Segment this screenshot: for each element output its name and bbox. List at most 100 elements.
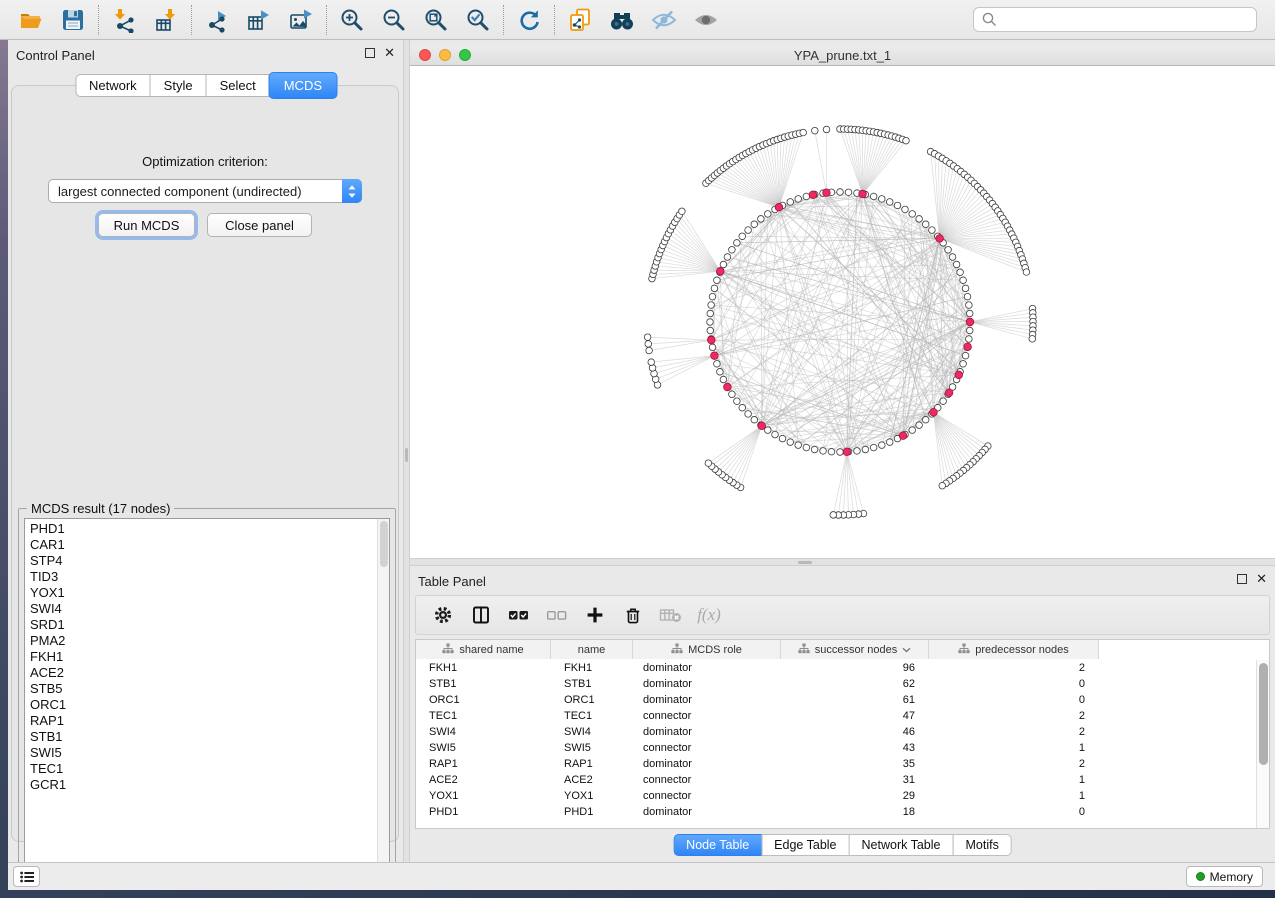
mcds-result-item[interactable]: PHD1 [25,521,377,537]
column-header-name[interactable]: name [551,640,633,659]
zoom-in-icon[interactable] [331,3,373,37]
mcds-result-item[interactable]: ORC1 [25,697,377,713]
table-cell[interactable]: 96 [781,660,929,676]
table-cell[interactable]: 1 [929,788,1099,804]
network-node[interactable] [960,277,967,284]
save-session-icon[interactable] [52,3,94,37]
column-header-successor-nodes[interactable]: successor nodes [781,640,929,659]
refresh-view-icon[interactable] [508,3,550,37]
network-node[interactable] [714,360,721,367]
close-panel-icon[interactable]: ✕ [384,48,395,58]
mcds-result-item[interactable]: TEC1 [25,761,377,777]
network-node[interactable] [707,319,714,326]
network-node[interactable] [870,193,877,200]
network-hub-node[interactable] [966,318,974,326]
network-node[interactable] [1029,336,1036,343]
network-node[interactable] [679,208,686,215]
criterion-dropdown[interactable]: largest connected component (undirected) [48,179,362,203]
mcds-result-item[interactable]: CAR1 [25,537,377,553]
network-node[interactable] [966,336,973,343]
tab-motifs[interactable]: Motifs [952,834,1011,856]
tab-style[interactable]: Style [150,74,207,97]
table-cell[interactable]: SWI4 [551,724,633,740]
column-header-shared-name[interactable]: shared name [416,640,551,659]
network-node[interactable] [953,261,960,268]
network-hub-node[interactable] [843,448,851,456]
network-node[interactable] [787,199,794,206]
export-table-icon[interactable] [238,3,280,37]
mcds-result-item[interactable]: SWI5 [25,745,377,761]
mcds-result-item[interactable]: STB1 [25,729,377,745]
mcds-result-item[interactable]: FKH1 [25,649,377,665]
hide-selected-icon[interactable] [643,3,685,37]
network-node[interactable] [764,211,771,218]
network-node[interactable] [795,442,802,449]
table-cell[interactable]: 1 [929,772,1099,788]
mcds-result-item[interactable]: STP4 [25,553,377,569]
table-cell[interactable]: connector [633,788,781,804]
table-cell[interactable]: TEC1 [551,708,633,724]
network-node[interactable] [966,310,973,317]
network-node[interactable] [837,449,844,456]
float-panel-icon[interactable] [365,48,375,58]
network-node[interactable] [734,398,741,405]
table-cell[interactable]: STB1 [551,676,633,692]
network-node[interactable] [929,227,936,234]
network-node[interactable] [878,196,885,203]
network-node[interactable] [960,360,967,367]
table-cell[interactable]: ORC1 [416,692,551,708]
network-node[interactable] [894,202,901,209]
table-scrollbar[interactable] [1256,660,1269,828]
network-node[interactable] [862,446,869,453]
network-node[interactable] [745,227,752,234]
table-cell[interactable]: dominator [633,692,781,708]
column-visibility-icon[interactable] [464,599,498,631]
table-cell[interactable]: connector [633,708,781,724]
network-node[interactable] [707,310,714,317]
network-node[interactable] [720,376,727,383]
network-hub-node[interactable] [859,190,867,198]
network-node[interactable] [717,368,724,375]
table-cell[interactable]: FKH1 [416,660,551,676]
mcds-result-item[interactable]: TID3 [25,569,377,585]
mcds-result-item[interactable]: RAP1 [25,713,377,729]
task-history-button[interactable] [13,866,40,887]
table-cell[interactable]: 1 [929,740,1099,756]
mcds-result-item[interactable]: SWI4 [25,601,377,617]
network-node[interactable] [709,344,716,351]
mcds-result-item[interactable]: STB5 [25,681,377,697]
network-node[interactable] [886,439,893,446]
import-network-icon[interactable] [103,3,145,37]
table-cell[interactable]: dominator [633,724,781,740]
run-mcds-button[interactable]: Run MCDS [98,213,195,237]
network-hub-node[interactable] [945,389,953,397]
table-cell[interactable]: TEC1 [416,708,551,724]
column-header-MCDS-role[interactable]: MCDS role [633,640,781,659]
network-node[interactable] [705,460,712,467]
float-panel-icon[interactable] [1237,574,1247,584]
table-cell[interactable]: 2 [929,708,1099,724]
network-node[interactable] [870,444,877,451]
network-node[interactable] [962,285,969,292]
network-node[interactable] [751,416,758,423]
network-node[interactable] [812,127,819,134]
table-cell[interactable]: FKH1 [551,660,633,676]
column-header-predecessor-nodes[interactable]: predecessor nodes [929,640,1099,659]
table-cell[interactable]: YOX1 [416,788,551,804]
select-all-columns-icon[interactable] [502,599,536,631]
network-node[interactable] [916,216,923,223]
clone-network-icon[interactable] [559,3,601,37]
network-node[interactable] [644,334,651,341]
network-hub-node[interactable] [758,422,766,430]
network-hub-node[interactable] [717,267,725,275]
table-cell[interactable]: SWI5 [416,740,551,756]
table-cell[interactable]: 31 [781,772,929,788]
tab-network[interactable]: Network [75,74,151,97]
network-hub-node[interactable] [711,352,719,360]
mcds-result-item[interactable]: SRD1 [25,617,377,633]
network-node[interactable] [729,391,736,398]
table-cell[interactable]: ACE2 [416,772,551,788]
network-node[interactable] [966,302,973,309]
network-node[interactable] [949,254,956,261]
network-node[interactable] [823,126,830,133]
